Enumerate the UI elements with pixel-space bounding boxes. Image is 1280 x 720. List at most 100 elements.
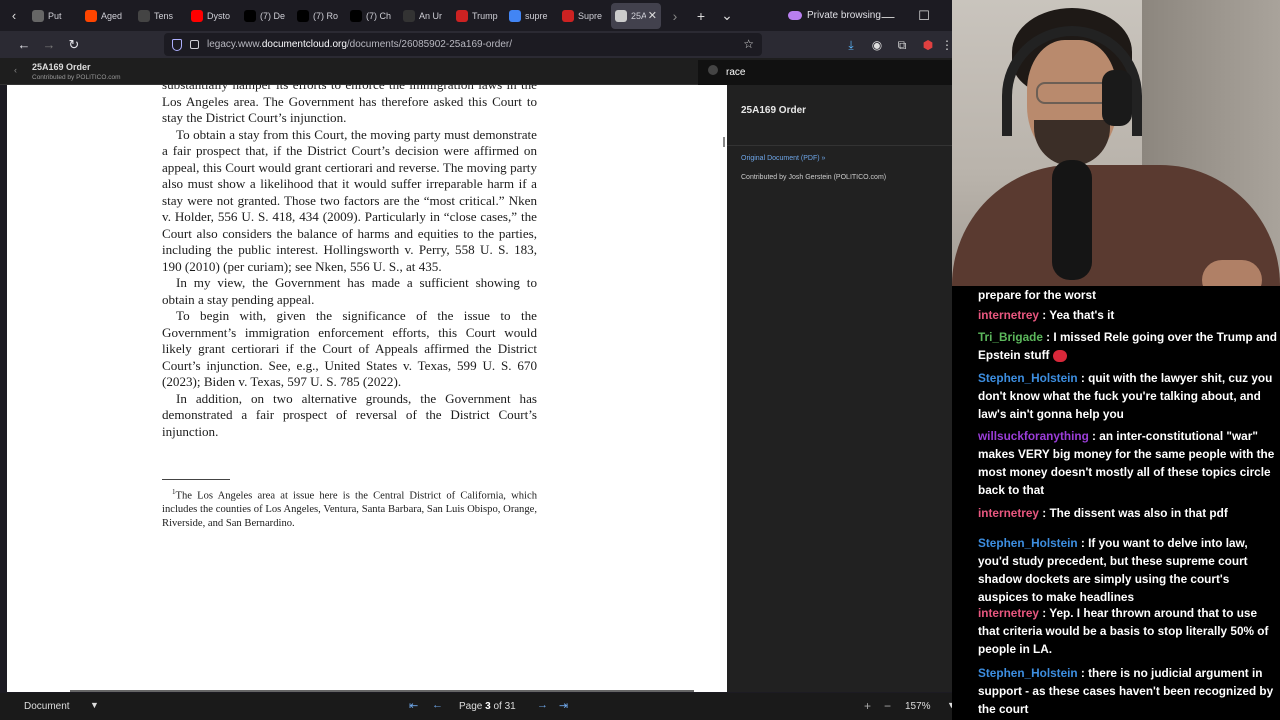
x-icon bbox=[244, 9, 256, 22]
footnote-divider bbox=[162, 479, 230, 480]
browser-tab[interactable]: Supre bbox=[558, 3, 610, 29]
chat-separator: : bbox=[1038, 606, 1050, 620]
document-viewport[interactable]: substantially hamper its efforts to enfo… bbox=[7, 85, 727, 692]
minimize-icon[interactable]: — bbox=[878, 6, 898, 26]
generic-tab-icon bbox=[562, 9, 574, 22]
stream-chat: prepare for the worst internetrey : Yea t… bbox=[952, 286, 1280, 720]
chat-message: Stephen_Holstein : there is no judicial … bbox=[978, 664, 1278, 718]
browser-tab[interactable]: An Ur bbox=[399, 3, 451, 29]
browser-tab[interactable]: Tens bbox=[134, 3, 186, 29]
extensions-icon[interactable]: ⧉ bbox=[893, 36, 911, 54]
close-tab-icon[interactable]: ✕ bbox=[648, 9, 657, 22]
document-sidebar: 25A169 Order Original Document (PDF) » C… bbox=[727, 85, 952, 692]
new-tab-icon[interactable]: + bbox=[688, 3, 714, 29]
microphone bbox=[1052, 160, 1092, 280]
chat-username[interactable]: Stephen_Holstein bbox=[978, 371, 1078, 385]
list-all-tabs-icon[interactable]: ⌄ bbox=[714, 3, 740, 29]
page-indicator: Page 3 of 31 bbox=[459, 701, 516, 712]
back-arrow-icon[interactable]: ← bbox=[11, 33, 37, 57]
footnote: 1The Los Angeles area at issue here is t… bbox=[162, 486, 537, 530]
address-bar[interactable]: legacy.www.documentcloud.org/documents/2… bbox=[164, 33, 762, 56]
chat-message: internetrey : The dissent was also in th… bbox=[978, 504, 1278, 522]
tab-title: Dysto bbox=[207, 10, 231, 21]
browser-tab[interactable]: supre bbox=[505, 3, 557, 29]
first-page-icon[interactable]: ⇤ bbox=[409, 699, 418, 712]
chat-message: internetrey : Yea that's it bbox=[978, 306, 1278, 324]
chat-username[interactable]: willsuckforanything bbox=[978, 429, 1089, 443]
zoom-level-select[interactable]: 157% bbox=[905, 701, 931, 712]
tab-title: Put bbox=[48, 10, 62, 21]
tab-title: (7) Ch bbox=[366, 10, 392, 21]
search-input[interactable]: race bbox=[726, 67, 745, 78]
chat-separator: : bbox=[1077, 666, 1089, 680]
paragraph: To begin with, given the significance of… bbox=[162, 308, 537, 389]
reload-icon[interactable]: ↻ bbox=[61, 33, 87, 57]
documentcloud-icon bbox=[615, 9, 627, 22]
private-browsing-indicator: Private browsing bbox=[788, 0, 881, 31]
page-number-input[interactable]: 3 bbox=[485, 701, 491, 712]
downloads-icon[interactable]: ⤓ bbox=[842, 36, 860, 54]
headset-earcup bbox=[1102, 70, 1132, 126]
browser-tab[interactable]: Trump bbox=[452, 3, 504, 29]
tab-title: (7) De bbox=[260, 10, 286, 21]
reddit-icon bbox=[85, 9, 97, 22]
chat-username[interactable]: internetrey bbox=[978, 506, 1039, 520]
chat-message: internetrey : Yep. I hear thrown around … bbox=[978, 604, 1278, 658]
maximize-icon[interactable]: ☐ bbox=[914, 6, 934, 26]
browser-tab[interactable]: Dysto bbox=[187, 3, 239, 29]
scrollbar-thumb[interactable] bbox=[723, 137, 725, 147]
previous-page-icon[interactable]: ← bbox=[432, 699, 443, 711]
chat-message: Stephen_Holstein : quit with the lawyer … bbox=[978, 369, 1278, 423]
url-text[interactable]: legacy.www.documentcloud.org/documents/2… bbox=[207, 39, 512, 50]
webcam-feed bbox=[952, 0, 1280, 290]
browser-window: ‹ Put Aged Tens Dysto (7) De (7) Ro (7) Ch An U… bbox=[0, 0, 956, 720]
sidebar-title: 25A169 Order bbox=[741, 105, 807, 116]
screen: ‹ Put Aged Tens Dysto (7) De (7) Ro (7) Ch An U… bbox=[0, 0, 1280, 720]
chat-message: Stephen_Holstein : If you want to delve … bbox=[978, 534, 1278, 606]
bookmark-star-icon[interactable]: ☆ bbox=[743, 37, 754, 51]
back-chevron-icon[interactable]: ‹ bbox=[14, 65, 17, 75]
chat-message: Tri_Brigade : I missed Rele going over t… bbox=[978, 328, 1278, 364]
tab-scroll-left-icon[interactable]: ‹ bbox=[0, 0, 28, 31]
browser-tab[interactable]: Aged bbox=[81, 3, 133, 29]
contributed-by-text: Contributed by Josh Gerstein (POLITICO.c… bbox=[741, 174, 887, 181]
tab-title: supre bbox=[525, 10, 548, 21]
next-page-icon[interactable]: → bbox=[537, 699, 548, 711]
browser-tab[interactable]: (7) Ro bbox=[293, 3, 345, 29]
chat-text: The dissent was also in that pdf bbox=[1049, 506, 1228, 520]
chat-username[interactable]: Tri_Brigade bbox=[978, 330, 1043, 344]
caret-down-icon[interactable]: ▼ bbox=[90, 700, 99, 710]
view-mode-select[interactable]: Document bbox=[24, 701, 70, 712]
chat-separator: : bbox=[1077, 536, 1089, 550]
youtube-icon bbox=[191, 9, 203, 22]
horizontal-scrollbar[interactable] bbox=[70, 690, 694, 692]
scroll-tabs-right-icon[interactable]: › bbox=[662, 3, 688, 29]
chat-username[interactable]: internetrey bbox=[978, 308, 1039, 322]
chat-username[interactable]: Stephen_Holstein bbox=[978, 536, 1078, 550]
zoom-out-icon[interactable]: − bbox=[884, 699, 891, 713]
generic-tab-icon bbox=[32, 9, 44, 22]
divider bbox=[727, 145, 952, 146]
lock-icon[interactable] bbox=[190, 40, 199, 49]
original-document-link[interactable]: Original Document (PDF) » bbox=[741, 155, 825, 162]
browser-tab[interactable]: 25A ✕ bbox=[611, 2, 661, 29]
last-page-icon[interactable]: ⇥ bbox=[559, 699, 568, 712]
browser-tab[interactable]: (7) Ch bbox=[346, 3, 398, 29]
emote-icon bbox=[1053, 349, 1068, 362]
menu-icon[interactable]: ⋮ bbox=[941, 36, 953, 54]
chat-username[interactable]: internetrey bbox=[978, 606, 1039, 620]
tracking-shield-icon[interactable] bbox=[172, 38, 182, 51]
chat-text: Yea that's it bbox=[1049, 308, 1115, 322]
chat-username[interactable]: Stephen_Holstein bbox=[978, 666, 1078, 680]
generic-tab-icon bbox=[456, 9, 468, 22]
tab-title: (7) Ro bbox=[313, 10, 339, 21]
private-mask-icon bbox=[788, 11, 802, 20]
forward-arrow-icon[interactable]: → bbox=[36, 33, 62, 57]
browser-tab[interactable]: (7) De bbox=[240, 3, 292, 29]
account-icon[interactable]: ◉ bbox=[868, 36, 886, 54]
browser-tab[interactable]: Put bbox=[28, 3, 80, 29]
document-search-box[interactable]: race bbox=[698, 60, 952, 85]
google-icon bbox=[509, 9, 521, 22]
ublock-icon[interactable]: ⬢ bbox=[919, 36, 937, 54]
zoom-in-icon[interactable]: + bbox=[864, 699, 871, 713]
